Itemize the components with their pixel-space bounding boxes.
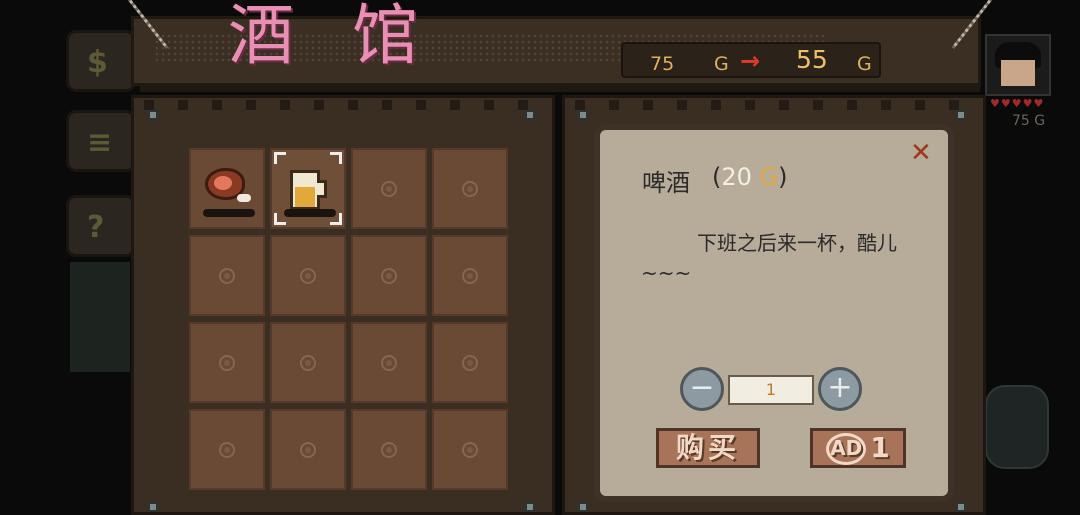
empty-slot-icon (381, 354, 397, 371)
question-icon: ? (87, 210, 105, 245)
shop-title: 酒馆 (228, 0, 476, 74)
empty-slot-icon (219, 267, 235, 284)
empty-slot-icon (219, 354, 235, 371)
quantity-decrease-button[interactable]: − (680, 367, 724, 411)
ad-icon: AD (826, 433, 867, 465)
inventory-slot-empty[interactable] (432, 235, 508, 316)
inventory-slot-meat[interactable] (189, 148, 265, 229)
empty-slot-icon (462, 267, 478, 284)
inventory-slot-empty[interactable] (432, 148, 508, 229)
inventory-slot-empty[interactable] (351, 235, 427, 316)
empty-slot-icon (219, 441, 235, 458)
arrow-right-icon: → (740, 47, 761, 75)
inventory-slot-empty[interactable] (351, 322, 427, 403)
rivet (956, 502, 966, 512)
money-bag-icon: $ (87, 45, 108, 80)
inventory-slot-empty[interactable] (351, 409, 427, 490)
inventory-slot-empty[interactable] (351, 148, 427, 229)
rivet (578, 110, 588, 120)
empty-slot-icon (300, 441, 316, 458)
empty-slot-icon (381, 441, 397, 458)
inventory-slot-empty[interactable] (432, 322, 508, 403)
inventory-slot-empty[interactable] (270, 235, 346, 316)
inventory-slot-empty[interactable] (189, 322, 265, 403)
rivet (148, 502, 158, 512)
close-icon[interactable]: ✕ (910, 140, 932, 166)
side-menu-button-shop[interactable]: $ (66, 30, 136, 92)
background-ornament (985, 385, 1049, 469)
rivet (525, 110, 535, 120)
inventory-slot-beer[interactable] (270, 148, 346, 229)
price-after: 55 (796, 45, 828, 74)
empty-slot-icon (381, 267, 397, 284)
item-name: 啤酒 (642, 169, 690, 197)
beer-mug-icon (290, 170, 320, 210)
inventory-slot-empty[interactable] (432, 409, 508, 490)
quantity-field[interactable]: 1 (728, 375, 814, 405)
currency-label: G (714, 53, 729, 75)
quantity-increase-button[interactable]: + (818, 367, 862, 411)
player-avatar[interactable] (985, 34, 1051, 96)
empty-slot-icon (300, 354, 316, 371)
item-price-currency: G (759, 163, 779, 191)
item-description: 下班之后来一杯，酷儿~~~ (641, 231, 897, 285)
currency-label: G (857, 53, 872, 75)
hud-gold: 75 G (1012, 113, 1046, 129)
inventory-grid (189, 148, 508, 490)
inventory-slot-empty[interactable] (189, 235, 265, 316)
inventory-slot-empty[interactable] (270, 409, 346, 490)
bone-icon (237, 194, 251, 202)
buy-button[interactable]: 购买 (656, 428, 760, 468)
ad-count: 1 (870, 431, 890, 464)
rivet (525, 502, 535, 512)
rivet (148, 110, 158, 120)
notebook-icon: ≡ (87, 125, 113, 160)
empty-slot-icon (462, 441, 478, 458)
empty-slot-icon (300, 267, 316, 284)
health-hearts: ♥♥♥♥♥ (990, 97, 1045, 110)
price-before: 75 (650, 53, 675, 75)
background-scenery (70, 262, 130, 372)
rivet (956, 110, 966, 120)
empty-slot-icon (381, 180, 397, 197)
empty-slot-icon (462, 354, 478, 371)
item-price-value: 20 (721, 163, 752, 191)
inventory-slot-empty[interactable] (189, 409, 265, 490)
side-menu-button-notes[interactable]: ≡ (66, 110, 136, 172)
empty-slot-icon (462, 180, 478, 197)
side-menu-button-help[interactable]: ? (66, 195, 136, 257)
inventory-slot-empty[interactable] (270, 322, 346, 403)
header-divider (140, 86, 980, 92)
rivet (578, 502, 588, 512)
item-price: (20 G) (712, 163, 788, 191)
watch-ad-button[interactable]: AD 1 (810, 428, 906, 468)
